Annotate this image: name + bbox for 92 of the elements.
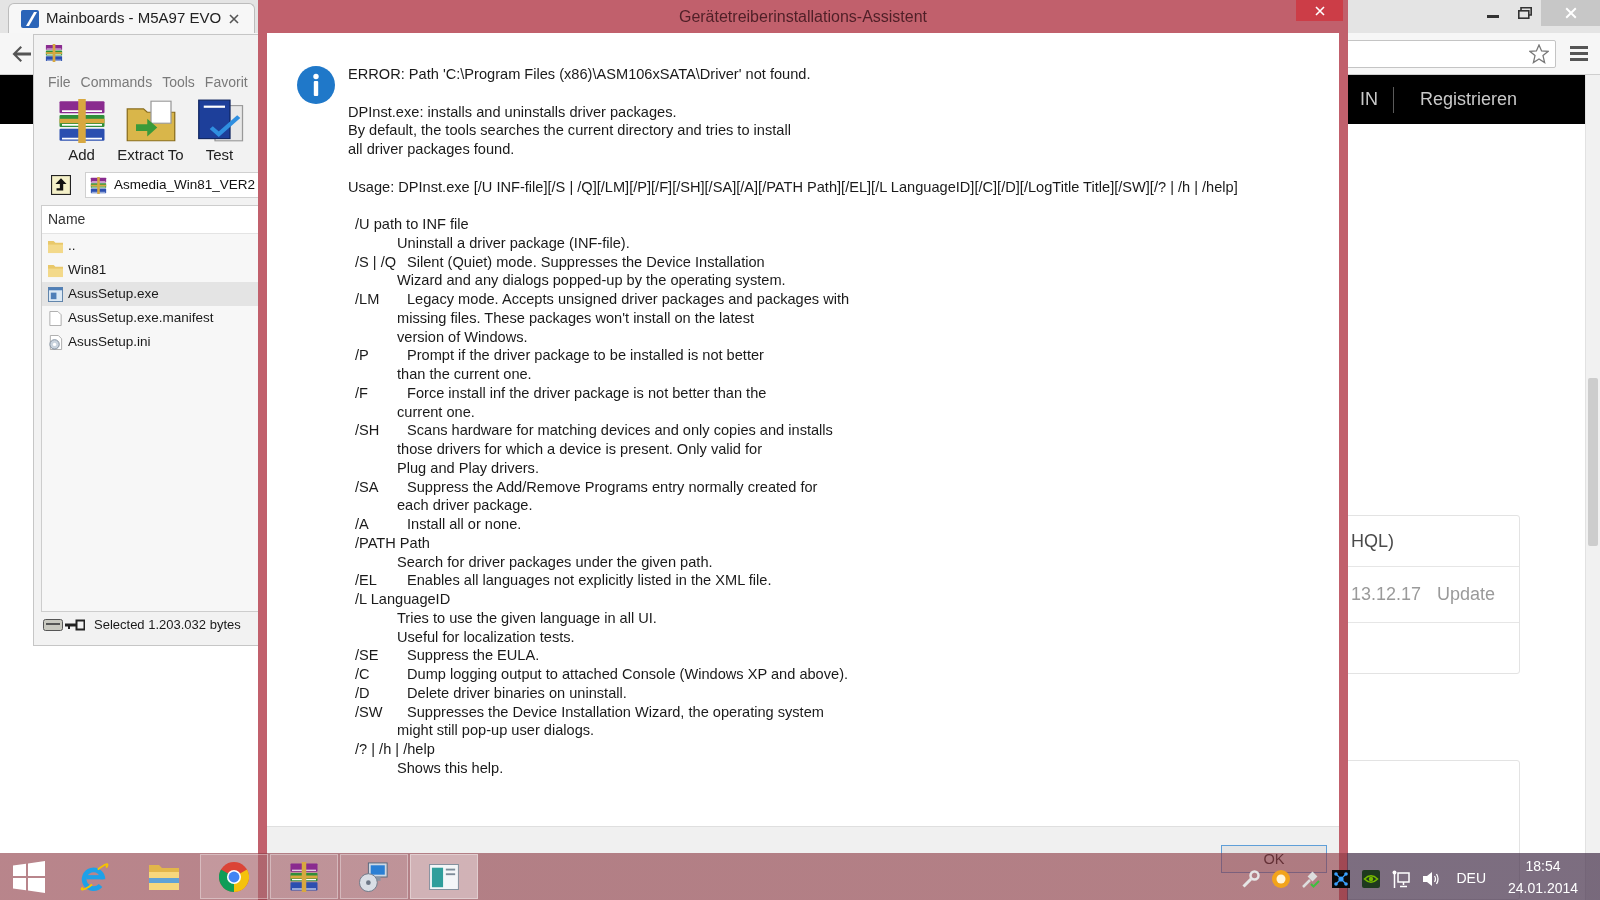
option-description: Tries to use the given language in all UI. Useful for localization tests. xyxy=(397,608,657,647)
parameter-name: /? | /h | /help xyxy=(355,740,435,759)
slash-tile-icon xyxy=(21,9,39,28)
option-description: Shows this help. xyxy=(397,758,504,778)
e-logo-icon xyxy=(79,861,109,892)
option-description: Scans hardware for matching devices and only copies and installs those drivers for which a device is present. Only valid for Plug and Play drivers. xyxy=(397,421,833,478)
book-stack-icon xyxy=(90,176,107,194)
taskbar-button[interactable] xyxy=(410,854,478,899)
parameter-name: /SE xyxy=(355,646,379,665)
menu-item[interactable]: Favorit xyxy=(204,71,248,93)
option-description: Silent (Quiet) mode. Suppresses the Device Installation Wizard and any dialogs popped-up by the operating system. xyxy=(397,252,786,290)
wrench-icon[interactable] xyxy=(1242,869,1261,888)
clock-time[interactable]: 18:54 xyxy=(1525,854,1561,877)
star-icon[interactable] xyxy=(1529,43,1549,64)
parameter-name: /D xyxy=(355,683,370,703)
parameter-name: /C xyxy=(355,665,370,684)
minimize-icon xyxy=(1487,15,1499,18)
drive-icon xyxy=(43,619,63,631)
document-icon xyxy=(48,310,63,326)
nav-link[interactable]: Registrieren xyxy=(1419,86,1517,113)
status-text: Selected 1.203.032 bytes xyxy=(94,616,241,635)
up-button[interactable] xyxy=(49,173,73,197)
taskbar-button[interactable] xyxy=(340,854,408,899)
toolbar-button[interactable]: Test xyxy=(185,94,254,168)
parameter-name: /SA xyxy=(355,477,379,497)
app-window-icon xyxy=(48,286,63,302)
menu-item[interactable]: File xyxy=(48,71,71,93)
window-icon xyxy=(429,863,459,890)
plug-icon[interactable] xyxy=(1302,869,1321,888)
menu-item[interactable]: Commands xyxy=(80,71,153,93)
option-description: Suppress the EULA. xyxy=(406,646,540,665)
clock-date[interactable]: 24.01.2014 xyxy=(1507,876,1579,899)
menu-icon xyxy=(1570,46,1588,61)
speaker-icon[interactable] xyxy=(1422,869,1441,888)
parameter-name: /L LanguageID xyxy=(355,590,451,609)
taskbar-button[interactable] xyxy=(270,854,338,899)
parameter-name: /F xyxy=(355,383,368,403)
folder-arrow-icon xyxy=(125,99,176,143)
toolbar-button[interactable]: Add xyxy=(47,94,116,168)
browser-tab[interactable]: Mainboards - M5A97 EVO xyxy=(8,3,255,33)
scrollbar-thumb[interactable] xyxy=(1588,378,1598,546)
network-icon[interactable] xyxy=(1392,869,1411,888)
info-icon xyxy=(297,66,335,104)
folder-icon xyxy=(48,238,63,254)
option-description: Legacy mode. Accepts unsigned driver packages and packages with missing files. These packages won't install on the latest version of Windows. xyxy=(397,290,850,347)
parameter-name: /LM xyxy=(355,290,380,309)
back-arrow-icon xyxy=(11,45,31,62)
card-text: 13.12.17 xyxy=(1351,583,1422,606)
nav-link[interactable]: IN xyxy=(1359,86,1378,113)
tab-close-button[interactable] xyxy=(228,12,240,25)
option-description: Prompt if the driver package to be installed is not better than the current one. xyxy=(397,346,764,384)
option-description: Force install inf the driver package is not better than the current one. xyxy=(397,383,767,422)
parameter-name: /S | /Q xyxy=(355,252,397,272)
book-stack-icon xyxy=(289,861,319,892)
key-icon xyxy=(65,619,85,631)
chrome-logo-icon xyxy=(219,861,249,892)
error-message: ERROR: Path 'C:\Program Files (x86)\ASM106xSATA\Driver' not found. xyxy=(348,65,811,84)
menu-item[interactable]: Tools xyxy=(162,71,195,93)
option-description: Delete driver binaries on uninstall. xyxy=(406,683,627,703)
option-description: Uninstall a driver package (INF-file). xyxy=(397,233,630,253)
toolbar-button[interactable]: Extract To xyxy=(116,94,185,168)
parameter-name: /SH xyxy=(355,421,380,441)
close-button[interactable] xyxy=(1296,0,1343,21)
dialog-title: Gerätetreiberinstallations-Assistent xyxy=(678,6,928,27)
language-indicator[interactable]: DEU xyxy=(1456,868,1486,889)
description-text: DPInst.exe: installs and uninstalls driver packages. By default, the tools searches the current directory and tries to install all driver packages found. xyxy=(348,102,791,159)
windows-logo-icon xyxy=(13,860,45,893)
card-text: Update xyxy=(1437,583,1496,606)
option-description: Suppresses the Device Installation Wizard, the operating system might still pop-up user dialogs. xyxy=(397,702,824,740)
option-description: Suppress the Add/Remove Programs entry normally created for each driver package. xyxy=(397,477,818,515)
card-text: HQL) xyxy=(1351,529,1394,553)
option-description: Enables all languages not explicitly listed in the XML file. xyxy=(406,571,772,590)
gear-file-icon xyxy=(48,334,63,350)
option-description: Install all or none. xyxy=(406,515,522,534)
close-icon xyxy=(1564,7,1577,19)
usage-text: Usage: DPInst.exe [/U INF-file][/S | /Q][/LM][/P][/F][/SH][/SA][/A][/PATH Path][/EL][/L LanguageID][/C][/D][/LogTitle Title][/SW][/? | /h | /help] xyxy=(348,177,1238,197)
computer-disc-icon xyxy=(359,861,389,892)
folder-icon xyxy=(48,262,63,278)
option-description: Dump logging output to attached Console (Windows XP and above). xyxy=(406,665,849,684)
parameter-name: /P xyxy=(355,346,369,366)
parameter-name: /A xyxy=(355,515,369,534)
parameter-name: /U path to INF file xyxy=(355,215,469,234)
parameter-name: /SW xyxy=(355,702,383,722)
close-icon xyxy=(229,13,239,24)
book-stack-icon xyxy=(45,43,63,62)
taskbar-button[interactable] xyxy=(200,854,268,899)
close-icon xyxy=(1314,5,1325,16)
restore-icon xyxy=(1518,7,1532,19)
parameter-name: /PATH Path xyxy=(355,533,430,553)
ring-icon[interactable] xyxy=(1272,869,1291,888)
option-description: Search for driver packages under the given path. xyxy=(397,552,713,572)
parameter-name: /EL xyxy=(355,571,377,590)
